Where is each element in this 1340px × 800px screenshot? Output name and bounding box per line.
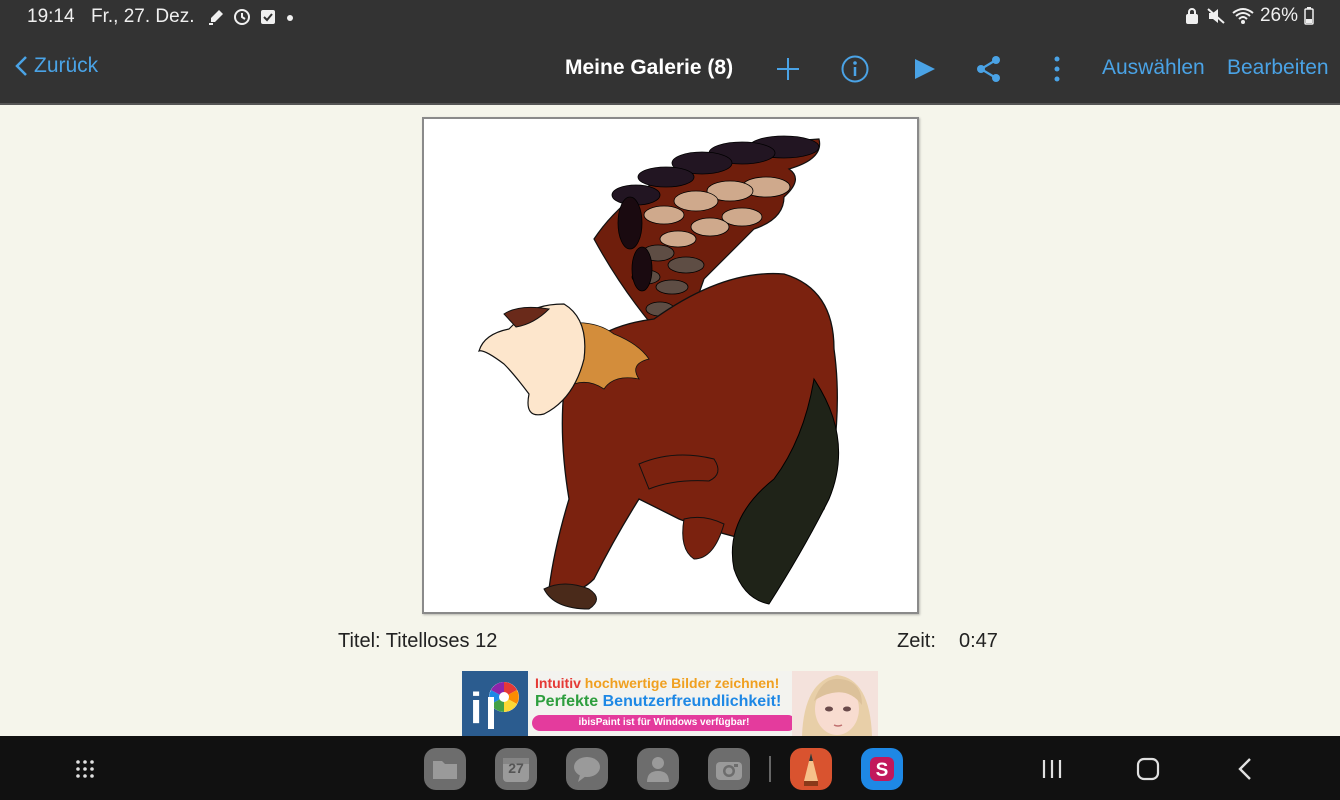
- share-button[interactable]: [973, 53, 1005, 85]
- chevron-left-icon: [1238, 758, 1251, 780]
- dock-files-app[interactable]: [424, 748, 466, 790]
- brush-notification-icon: [207, 8, 225, 26]
- plus-icon: [777, 58, 799, 80]
- alarm-clock-icon: [233, 8, 251, 26]
- system-back-button[interactable]: [1230, 754, 1260, 784]
- chevron-left-icon: [15, 56, 27, 76]
- dock-messages-app[interactable]: [566, 748, 608, 790]
- more-notifications-dot-icon: [285, 8, 295, 26]
- artwork-title: Titel: Titelloses 12: [338, 630, 498, 652]
- more-options-button[interactable]: [1041, 53, 1073, 85]
- select-button[interactable]: Auswählen: [1102, 56, 1205, 80]
- svg-text:i: i: [470, 684, 482, 733]
- winged-cat-artwork: [478, 135, 840, 610]
- system-navigation-bar: 27 S: [0, 736, 1340, 800]
- home-button[interactable]: [1133, 754, 1163, 784]
- recent-apps-button[interactable]: [1037, 754, 1067, 784]
- back-label: Zurück: [34, 54, 99, 77]
- system-status-icons: 26%: [1184, 5, 1314, 27]
- status-date: Fr., 27. Dez.: [91, 6, 195, 27]
- task-check-icon: [259, 8, 277, 26]
- drawing-time-value: 0:47: [959, 630, 998, 652]
- dock-camera-app[interactable]: [708, 748, 750, 790]
- add-artwork-button[interactable]: [772, 53, 804, 85]
- info-button[interactable]: [839, 53, 871, 85]
- ad-windows-pill: ibisPaint ist für Windows verfügbar!: [532, 715, 796, 731]
- wifi-icon: [1232, 7, 1254, 25]
- drawing-time-label: Zeit:: [897, 630, 936, 652]
- status-bar: 19:14 Fr., 27. Dez. 26%: [0, 0, 1340, 34]
- back-button[interactable]: Zurück: [14, 54, 98, 78]
- mute-icon: [1206, 7, 1226, 25]
- play-icon: [915, 59, 935, 79]
- ibispaint-logo: i: [462, 671, 528, 736]
- anime-portrait-image: [792, 671, 878, 736]
- svg-text:S: S: [876, 760, 889, 781]
- status-time: 19:14: [27, 6, 75, 27]
- grid-icon: [76, 760, 94, 778]
- dock-ibispaint-app[interactable]: [790, 748, 832, 790]
- edit-button[interactable]: Bearbeiten: [1227, 56, 1329, 80]
- ad-subheadline: Perfekte Benutzerfreundlichkeit!: [535, 693, 782, 710]
- battery-icon: [1304, 7, 1314, 25]
- pencil-icon: [804, 753, 818, 786]
- play-button[interactable]: [908, 53, 940, 85]
- chat-bubble-icon: [574, 757, 600, 782]
- dock-calendar-app[interactable]: 27: [495, 748, 537, 790]
- calendar-day: 27: [508, 760, 524, 776]
- page-title: Meine Galerie (8): [565, 56, 734, 79]
- camera-icon: [716, 762, 742, 780]
- app-drawer-button[interactable]: [70, 754, 100, 784]
- ad-banner[interactable]: i Intuitiv hochwertige Bilder zeichnen! …: [462, 671, 878, 736]
- ad-headline: Intuitiv hochwertige Bilder zeichnen!: [535, 675, 780, 691]
- notification-icons: [207, 6, 295, 28]
- artwork-thumbnail[interactable]: [422, 117, 919, 614]
- dock-s-app[interactable]: S: [861, 748, 903, 790]
- s-letter-icon: S: [870, 757, 894, 781]
- info-icon: [841, 55, 869, 83]
- home-icon: [1136, 757, 1160, 781]
- dock-contacts-app[interactable]: [637, 748, 679, 790]
- more-vertical-icon: [1054, 56, 1060, 82]
- lock-icon: [1184, 7, 1200, 25]
- recents-icon: [1042, 760, 1062, 778]
- battery-percent: 26%: [1259, 5, 1298, 26]
- share-icon: [977, 56, 1000, 82]
- gallery-toolbar: Zurück Meine Galerie (8) Auswählen Bearb…: [0, 34, 1340, 105]
- folder-icon: [433, 761, 457, 779]
- person-icon: [647, 757, 669, 782]
- dock-divider: [769, 756, 771, 782]
